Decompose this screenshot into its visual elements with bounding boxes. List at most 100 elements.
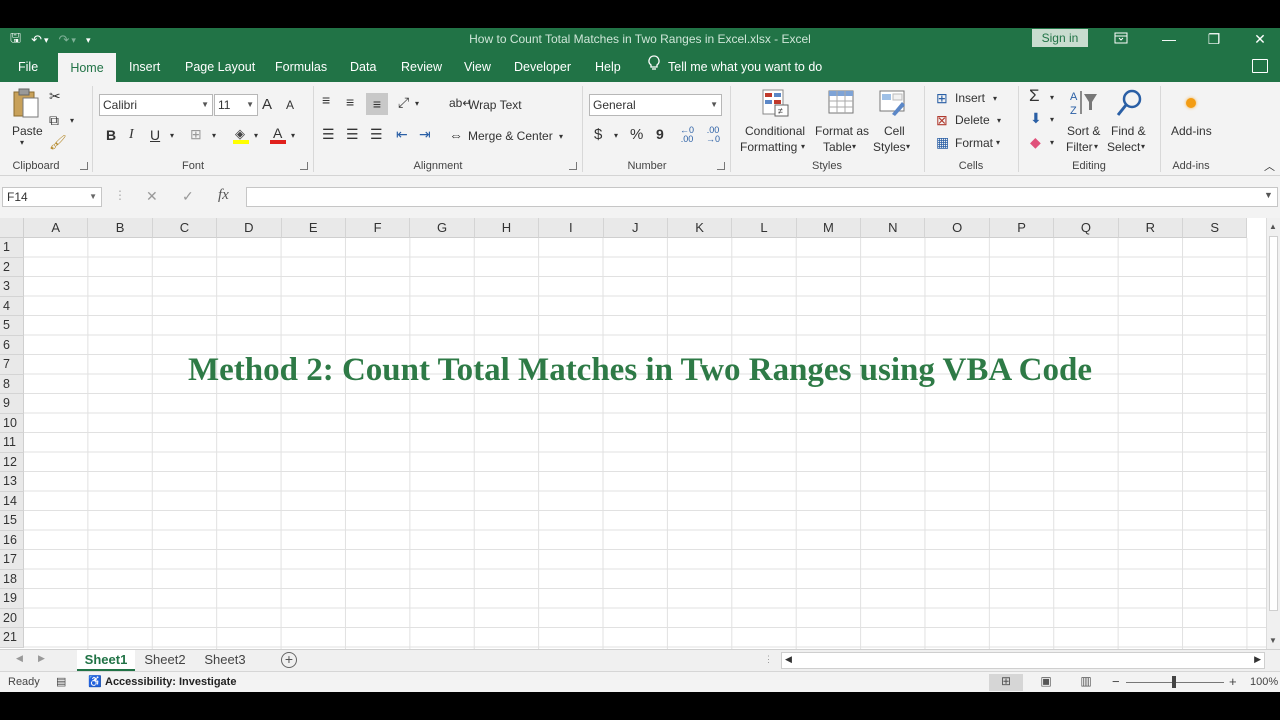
- column-header[interactable]: S: [1183, 218, 1248, 238]
- row-header[interactable]: 1: [0, 238, 24, 258]
- format-as-table-label-1[interactable]: Format as: [815, 124, 869, 138]
- fill-color-dropdown-icon[interactable]: ▾: [254, 131, 258, 140]
- column-header[interactable]: B: [88, 218, 153, 238]
- undo-menu-icon[interactable]: ▾: [44, 35, 49, 46]
- merge-center-dropdown-icon[interactable]: ▾: [559, 132, 563, 141]
- insert-cells-button[interactable]: Insert: [955, 91, 985, 105]
- column-header[interactable]: M: [796, 218, 862, 238]
- delete-cells-button[interactable]: Delete: [955, 113, 990, 127]
- cut-icon[interactable]: ✂: [49, 88, 61, 105]
- fill-icon[interactable]: ⬇: [1030, 110, 1042, 127]
- cell-styles-icon[interactable]: [878, 88, 908, 118]
- font-name-select[interactable]: Calibri ▼: [99, 94, 213, 116]
- comma-style-button[interactable]: 9: [656, 126, 664, 142]
- enter-icon[interactable]: ✓: [182, 188, 194, 205]
- column-header[interactable]: R: [1118, 218, 1184, 238]
- horizontal-scrollbar[interactable]: ◀ ▶: [781, 652, 1265, 669]
- column-header[interactable]: F: [345, 218, 411, 238]
- column-header[interactable]: D: [217, 218, 282, 238]
- find-select-label-2[interactable]: Select: [1107, 140, 1140, 154]
- row-header[interactable]: 11: [0, 433, 24, 453]
- tab-page-layout[interactable]: Page Layout: [185, 52, 255, 82]
- autosum-dropdown-icon[interactable]: ▾: [1050, 93, 1054, 102]
- scroll-left-icon[interactable]: ◀: [785, 654, 792, 665]
- tab-home[interactable]: Home: [58, 53, 116, 82]
- row-header[interactable]: 5: [0, 316, 24, 336]
- scroll-right-icon[interactable]: ▶: [1254, 654, 1261, 665]
- column-header[interactable]: P: [989, 218, 1055, 238]
- row-header[interactable]: 9: [0, 394, 24, 414]
- fill-dropdown-icon[interactable]: ▾: [1050, 115, 1054, 124]
- next-sheet-icon[interactable]: ▶: [38, 653, 45, 664]
- zoom-level[interactable]: 100%: [1250, 676, 1278, 688]
- increase-indent-icon[interactable]: ⇥: [419, 126, 431, 143]
- orientation-icon[interactable]: ⤢: [398, 94, 409, 111]
- format-as-table-dropdown-icon[interactable]: ▾: [852, 142, 856, 151]
- add-sheet-button[interactable]: +: [281, 652, 297, 668]
- scroll-up-icon[interactable]: ▲: [1269, 222, 1277, 231]
- currency-button[interactable]: $: [594, 126, 602, 143]
- sheet-tab-sheet2[interactable]: Sheet2: [137, 650, 193, 671]
- insert-dropdown-icon[interactable]: ▾: [993, 94, 997, 103]
- decrease-decimal-icon[interactable]: .00 →0: [706, 126, 720, 144]
- cell-area[interactable]: [24, 238, 1266, 649]
- font-size-select[interactable]: 11 ▼: [214, 94, 258, 116]
- add-ins-button[interactable]: Add-ins: [1171, 124, 1212, 138]
- row-header[interactable]: 20: [0, 608, 24, 628]
- wrap-text-button[interactable]: Wrap Text: [468, 98, 522, 112]
- format-painter-icon[interactable]: 🖌: [49, 134, 67, 151]
- cell-styles-label-2[interactable]: Styles: [873, 140, 906, 154]
- column-header[interactable]: I: [539, 218, 604, 238]
- tab-review[interactable]: Review: [401, 52, 442, 82]
- accessibility-icon[interactable]: ♿: [88, 675, 102, 688]
- column-header[interactable]: E: [281, 218, 346, 238]
- sheet-tab-sheet1[interactable]: Sheet1: [77, 650, 135, 671]
- delete-cells-icon[interactable]: ⊠: [936, 112, 948, 129]
- column-header[interactable]: L: [732, 218, 797, 238]
- align-left-icon[interactable]: ☰: [322, 126, 335, 143]
- italic-button[interactable]: I: [129, 127, 134, 143]
- tab-insert[interactable]: Insert: [129, 52, 160, 82]
- zoom-in-button[interactable]: +: [1229, 674, 1237, 689]
- normal-view-button[interactable]: ⊞: [989, 674, 1023, 691]
- collapse-ribbon-icon[interactable]: ︿: [1264, 158, 1275, 174]
- number-launcher-icon[interactable]: [717, 162, 725, 170]
- row-header[interactable]: 10: [0, 413, 24, 433]
- restore-button[interactable]: ❐: [1199, 28, 1229, 52]
- tab-split-handle-icon[interactable]: ⋮: [764, 654, 773, 665]
- clipboard-launcher-icon[interactable]: [80, 162, 88, 170]
- tab-data[interactable]: Data: [350, 52, 376, 82]
- format-cells-icon[interactable]: ▦: [936, 134, 949, 151]
- clear-icon[interactable]: ◆: [1030, 134, 1041, 151]
- row-header[interactable]: 18: [0, 569, 24, 589]
- cancel-icon[interactable]: ✕: [146, 188, 158, 205]
- copy-dropdown-icon[interactable]: ▾: [70, 116, 74, 125]
- row-header[interactable]: 14: [0, 491, 24, 511]
- increase-decimal-icon[interactable]: ←0.00: [680, 126, 694, 144]
- row-header[interactable]: 12: [0, 452, 24, 472]
- currency-dropdown-icon[interactable]: ▾: [614, 131, 618, 140]
- format-as-table-label-2[interactable]: Table: [823, 140, 852, 154]
- sort-filter-dropdown-icon[interactable]: ▾: [1094, 142, 1098, 151]
- tab-formulas[interactable]: Formulas: [275, 52, 327, 82]
- sort-filter-label-2[interactable]: Filter: [1066, 140, 1093, 154]
- name-box[interactable]: F14 ▼: [2, 187, 102, 207]
- customize-qat-icon[interactable]: ▾: [86, 35, 91, 46]
- select-all-corner[interactable]: [0, 218, 24, 238]
- cell-styles-label-1[interactable]: Cell: [884, 124, 905, 138]
- vertical-scrollbar[interactable]: ▲ ▼: [1266, 218, 1280, 649]
- row-header[interactable]: 3: [0, 277, 24, 297]
- sign-in-button[interactable]: Sign in: [1032, 29, 1088, 47]
- row-header[interactable]: 13: [0, 472, 24, 492]
- ribbon-display-options-icon[interactable]: [1106, 28, 1136, 52]
- row-header[interactable]: 16: [0, 530, 24, 550]
- redo-icon[interactable]: ↷: [59, 32, 70, 48]
- column-header[interactable]: O: [925, 218, 990, 238]
- sort-filter-label-1[interactable]: Sort &: [1067, 124, 1100, 138]
- find-select-dropdown-icon[interactable]: ▾: [1141, 142, 1145, 151]
- clear-dropdown-icon[interactable]: ▾: [1050, 138, 1054, 147]
- format-cells-button[interactable]: Format: [955, 136, 993, 150]
- conditional-formatting-label-2[interactable]: Formatting: [740, 140, 797, 154]
- merge-center-button[interactable]: Merge & Center: [468, 129, 553, 143]
- percent-button[interactable]: %: [630, 126, 643, 143]
